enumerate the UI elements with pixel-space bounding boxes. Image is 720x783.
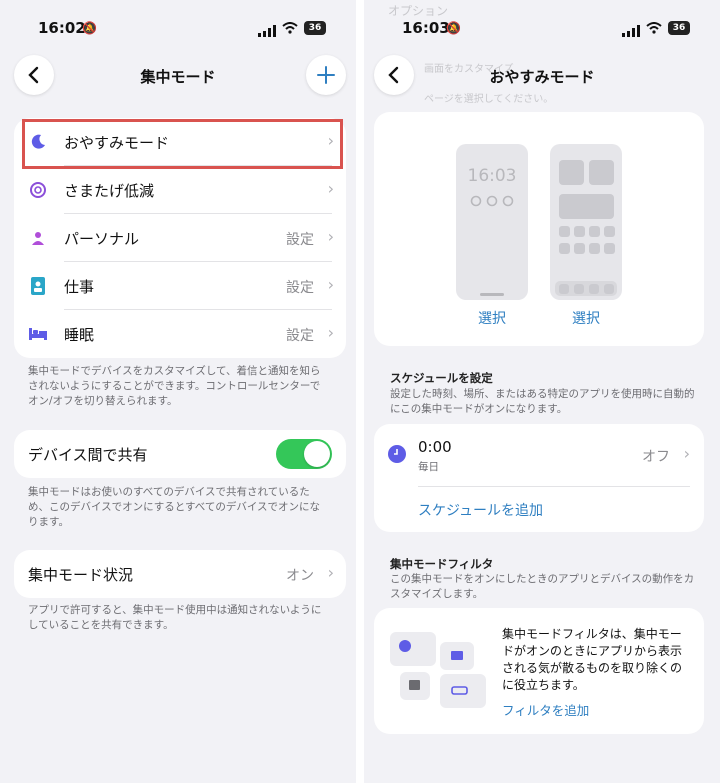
schedule-description: 設定した時刻、場所、またはある特定のアプリを使用時に自動的にこの集中モードがオン… xyxy=(390,388,695,415)
page-title: 集中モード xyxy=(140,68,216,86)
add-filter-link[interactable]: フィルタを追加 xyxy=(502,700,589,719)
wifi-icon xyxy=(282,22,298,38)
chevron-right-icon: › xyxy=(327,179,334,198)
share-toggle[interactable] xyxy=(276,439,332,469)
schedule-time: 0:00 xyxy=(418,438,452,456)
filter-illustration xyxy=(390,632,486,708)
clock-icon xyxy=(388,445,406,467)
focus-settings-screen: 16:02 🔕 36 集中モード おやすみモード › さまたげ低減 › パーソナ… xyxy=(0,0,356,783)
sleep-mode-screen: オプション 画面をカスタマイズ ページを選択してください。 16:03 🔕 36… xyxy=(364,0,720,783)
app-grid-graphic xyxy=(555,160,617,296)
select-home-screen-link[interactable]: 選択 xyxy=(550,308,622,328)
list-item-value: 設定 xyxy=(286,232,314,248)
list-item-label: さまたげ低減 xyxy=(64,182,155,200)
focus-description: 集中モードでデバイスをカスタマイズして、着信と通知を知らされないようにすることが… xyxy=(28,365,321,407)
filter-body-text: 集中モードフィルタは、集中モードがオンのときにアプリから表示される気が散るものを… xyxy=(502,627,683,692)
focus-status-value: オン xyxy=(286,568,314,584)
schedule-section-title: スケジュールを設定 xyxy=(390,371,493,385)
focus-status-row[interactable]: 集中モード状況 オン › xyxy=(14,550,346,598)
silent-bell-icon: 🔕 xyxy=(446,21,461,35)
schedule-card: 0:00 毎日 オフ › スケジュールを追加 xyxy=(374,424,704,532)
list-item-value: 設定 xyxy=(286,328,314,344)
share-label: デバイス間で共有 xyxy=(28,446,148,464)
wifi-icon xyxy=(646,22,662,38)
schedule-state: オフ xyxy=(642,449,670,465)
sparkle-flower-icon xyxy=(28,180,48,200)
add-focus-button[interactable] xyxy=(306,55,346,95)
focus-status-label: 集中モード状況 xyxy=(28,566,134,584)
lock-screen-preview[interactable]: 16:03 xyxy=(456,144,528,300)
list-item-value: 設定 xyxy=(286,280,314,296)
schedule-row[interactable]: 0:00 毎日 オフ › xyxy=(374,424,704,484)
ghost-text: ページを選択してください。 xyxy=(424,94,554,105)
add-schedule-link[interactable]: スケジュールを追加 xyxy=(418,500,543,520)
status-bar: 16:03 🔕 36 xyxy=(364,18,720,42)
status-time: 16:02 xyxy=(38,19,86,37)
page-title: おやすみモード xyxy=(489,68,595,86)
list-item-reduce-interruptions[interactable]: さまたげ低減 › xyxy=(14,166,346,214)
widget-circles xyxy=(456,192,528,211)
status-time: 16:03 xyxy=(402,19,450,37)
status-bar: 16:02 🔕 36 xyxy=(0,18,356,42)
silent-bell-icon: 🔕 xyxy=(82,21,97,35)
person-icon xyxy=(28,228,48,248)
focus-status-description: アプリで許可すると、集中モード使用中は通知されないようにしていることを共有できま… xyxy=(28,604,322,631)
list-item-label: パーソナル xyxy=(64,230,140,248)
focus-filter-card: 集中モードフィルタは、集中モードがオンのときにアプリから表示される気が散るものを… xyxy=(374,608,704,734)
share-description: 集中モードはお使いのすべてのデバイスで共有されているため、このデバイスでオンにす… xyxy=(28,486,321,528)
list-item-personal[interactable]: パーソナル 設定 › xyxy=(14,214,346,262)
chevron-right-icon: › xyxy=(327,563,334,582)
share-across-devices-row: デバイス間で共有 xyxy=(14,430,346,478)
signal-icon xyxy=(622,22,640,41)
chevron-right-icon: › xyxy=(327,323,334,342)
schedule-repeat: 毎日 xyxy=(418,461,439,473)
filter-section-title: 集中モードフィルタ xyxy=(390,557,494,571)
select-lock-screen-link[interactable]: 選択 xyxy=(456,308,528,328)
filter-description: この集中モードをオンにしたときのアプリとデバイスの動作をカスタマイズします。 xyxy=(390,573,695,600)
battery-icon: 36 xyxy=(304,21,326,35)
chevron-right-icon: › xyxy=(683,444,690,463)
list-item-sleep[interactable]: 睡眠 設定 › xyxy=(14,310,346,358)
lock-screen-time: 16:03 xyxy=(467,166,517,186)
screen-customize-card: 16:03 選択 選択 xyxy=(374,112,704,346)
chevron-right-icon: › xyxy=(327,275,334,294)
chevron-right-icon: › xyxy=(327,227,334,246)
home-screen-preview[interactable] xyxy=(550,144,622,300)
id-badge-icon xyxy=(28,276,48,296)
signal-icon xyxy=(258,22,276,41)
list-item-work[interactable]: 仕事 設定 › xyxy=(14,262,346,310)
bed-icon xyxy=(28,324,48,344)
list-item-label: 睡眠 xyxy=(64,326,95,344)
battery-icon: 36 xyxy=(668,21,690,35)
list-item-label: 仕事 xyxy=(64,278,95,296)
ghost-header: オプション xyxy=(388,4,449,18)
highlight-frame xyxy=(22,119,343,169)
